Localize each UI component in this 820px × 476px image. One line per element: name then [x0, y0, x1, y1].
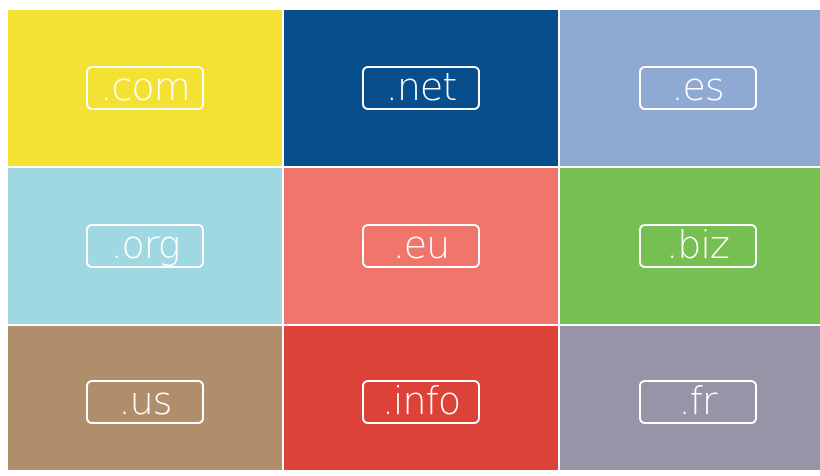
tile-fr: .fr [560, 326, 820, 470]
domain-box-fr: .fr [638, 379, 757, 424]
domain-label-eu: .eu [392, 223, 451, 267]
tile-biz: .biz [560, 168, 820, 324]
tile-eu: .eu [284, 168, 558, 324]
domain-grid: .com .net .es .org .eu .biz .us .info .f… [8, 10, 820, 476]
domain-label-com: .com [100, 65, 190, 109]
tile-info: .info [284, 326, 558, 470]
domain-label-org: .org [110, 223, 180, 267]
tile-us: .us [8, 326, 282, 470]
tile-es: .es [560, 10, 820, 166]
domain-box-org: .org [86, 224, 204, 268]
domain-label-us: .us [118, 379, 173, 423]
domain-box-info: .info [362, 380, 480, 424]
domain-box-us: .us [86, 380, 204, 424]
domain-label-net: .net [385, 65, 457, 109]
domain-box-es: .es [638, 65, 757, 110]
domain-label-biz: .biz [666, 223, 730, 267]
domain-box-net: .net [362, 66, 480, 110]
domain-box-biz: .biz [638, 223, 757, 268]
domain-label-fr: .fr [678, 379, 717, 423]
page: .com .net .es .org .eu .biz .us .info .f… [0, 0, 820, 476]
domain-box-eu: .eu [362, 224, 480, 268]
domain-label-info: .info [381, 379, 461, 423]
tile-com: .com [8, 10, 282, 166]
tile-net: .net [284, 10, 558, 166]
domain-label-es: .es [671, 65, 724, 109]
tile-org: .org [8, 168, 282, 324]
domain-box-com: .com [86, 66, 204, 110]
